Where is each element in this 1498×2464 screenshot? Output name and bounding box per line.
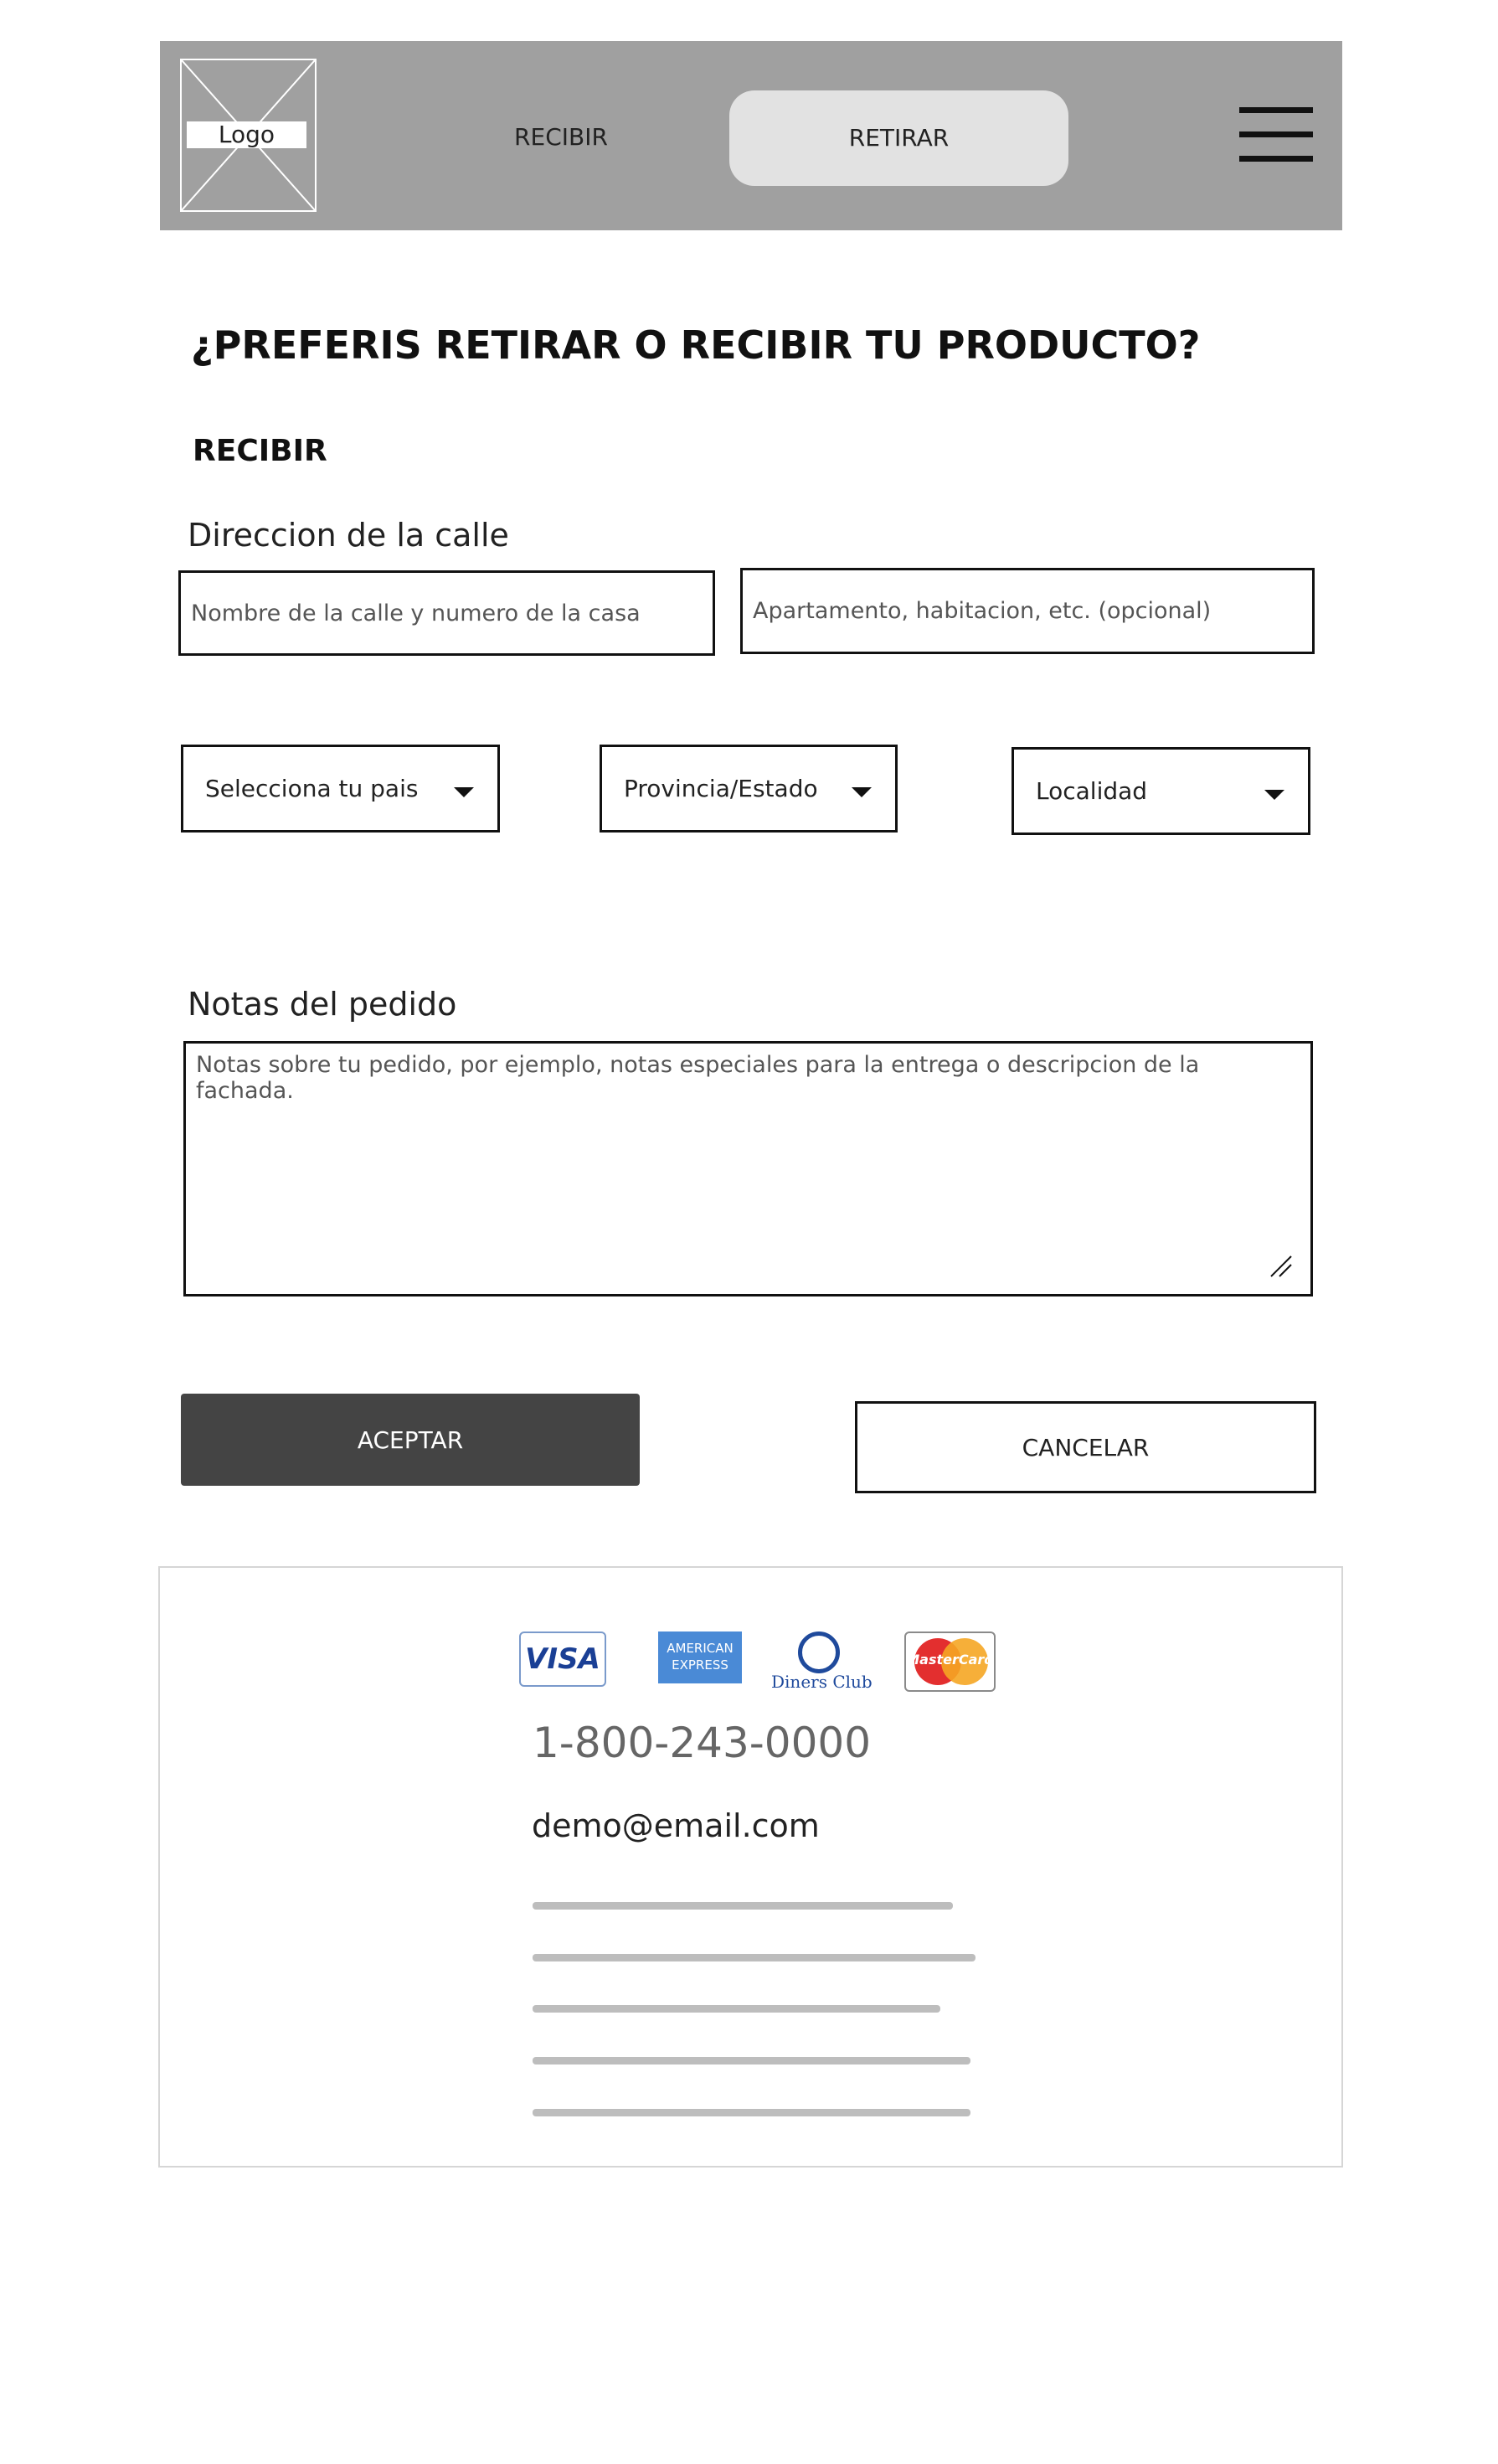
amex-label: AMERICAN EXPRESS [667, 1641, 734, 1673]
country-select[interactable]: Selecciona tu pais [181, 745, 500, 833]
footer [158, 1566, 1343, 2168]
diners-label: Diners Club [771, 1672, 873, 1692]
diners-club-icon: Diners Club [771, 1631, 873, 1700]
apartment-input[interactable] [740, 568, 1315, 654]
footer-phone: 1-800-243-0000 [533, 1719, 872, 1767]
country-select-value: Selecciona tu pais [205, 775, 419, 802]
accept-button[interactable]: ACEPTAR [181, 1394, 640, 1486]
province-select-value: Provincia/Estado [624, 775, 818, 802]
section-title: RECIBIR [193, 434, 327, 468]
locality-select-value: Localidad [1036, 777, 1148, 805]
resize-handle-icon[interactable] [1268, 1253, 1293, 1278]
logo-label: Logo [187, 121, 306, 148]
footer-text-line [533, 1902, 953, 1910]
footer-email[interactable]: demo@email.com [532, 1807, 820, 1844]
order-notes-textarea[interactable] [183, 1041, 1313, 1296]
nav-retirar[interactable]: RETIRAR [729, 90, 1068, 186]
cancel-button[interactable]: CANCELAR [855, 1401, 1316, 1493]
chevron-down-icon [852, 786, 872, 797]
mastercard-icon: MasterCard [904, 1631, 996, 1692]
province-select[interactable]: Provincia/Estado [600, 745, 898, 833]
mastercard-label: MasterCard [906, 1652, 994, 1668]
nav-recibir[interactable]: RECIBIR [477, 121, 645, 154]
footer-text-line [533, 2005, 940, 2013]
footer-text-line [533, 1954, 976, 1961]
visa-label: VISA [525, 1642, 600, 1676]
street-address-label: Direccion de la calle [188, 517, 509, 554]
amex-icon: AMERICAN EXPRESS [658, 1631, 742, 1683]
footer-text-line [533, 2109, 970, 2116]
footer-text-line [533, 2057, 970, 2065]
chevron-down-icon [1264, 789, 1284, 800]
visa-icon: VISA [519, 1631, 606, 1687]
locality-select[interactable]: Localidad [1012, 747, 1310, 835]
street-input[interactable] [178, 570, 715, 656]
page-title: ¿PREFERIS RETIRAR O RECIBIR TU PRODUCTO? [191, 322, 1201, 368]
order-notes-label: Notas del pedido [188, 986, 457, 1023]
chevron-down-icon [454, 786, 474, 797]
hamburger-menu-icon[interactable] [1239, 107, 1313, 162]
